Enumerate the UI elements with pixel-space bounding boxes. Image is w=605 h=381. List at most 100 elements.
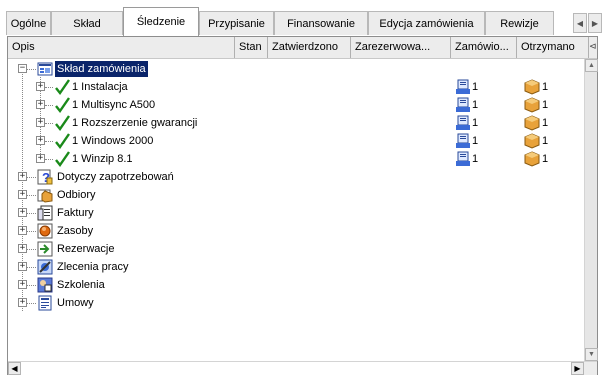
asset-icon	[37, 223, 53, 239]
checkmark-icon	[54, 79, 70, 96]
tab-label: Rewizje	[500, 17, 539, 30]
checkmark-icon	[54, 97, 70, 114]
tree-row-child[interactable]: + 1 Instalacja 1 1	[8, 78, 584, 96]
scroll-down-button[interactable]: ▼	[585, 348, 598, 361]
tree-line	[27, 249, 36, 250]
received-box-icon	[524, 97, 540, 113]
expand-toggle[interactable]: +	[18, 226, 27, 235]
received-box-icon	[524, 115, 540, 131]
received-box-icon	[524, 151, 540, 167]
tab-rewizje[interactable]: Rewizje	[485, 11, 554, 35]
tab-label: Skład	[73, 17, 101, 30]
tab-edycja-zamowienia[interactable]: Edycja zamówienia	[368, 11, 485, 35]
tree-item-label: 1 Instalacja	[72, 81, 128, 93]
tracking-tree: − Skład zamówienia + 1 Instalacja 1 1 + …	[8, 59, 584, 361]
tab-przypisanie[interactable]: Przypisanie	[199, 11, 274, 35]
tree-row-child[interactable]: + 1 Rozszerzenie gwarancji 1 1	[8, 114, 584, 132]
tree-row-group[interactable]: + Zasoby	[8, 222, 584, 240]
ordered-value: 1	[472, 153, 479, 165]
tab-finansowanie[interactable]: Finansowanie	[274, 11, 368, 35]
scroll-right-button[interactable]: ▶	[571, 362, 584, 375]
tab-sledzenie[interactable]: Śledzenie	[123, 7, 199, 36]
tab-scroll-left-button[interactable]: ◀	[573, 13, 587, 33]
tree-line	[27, 285, 36, 286]
reservation-icon	[37, 241, 53, 257]
tree-line	[27, 195, 36, 196]
tree-item-label: 1 Rozszerzenie gwarancji	[72, 117, 198, 129]
checkmark-icon	[54, 115, 70, 132]
tree-row-child[interactable]: + 1 Multisync A500 1 1	[8, 96, 584, 114]
receipt-icon	[37, 187, 53, 203]
expand-toggle[interactable]: +	[36, 154, 45, 163]
tree-line	[45, 141, 53, 142]
expand-toggle[interactable]: +	[36, 100, 45, 109]
expand-toggle[interactable]: +	[18, 280, 27, 289]
tree-row-group[interactable]: + Szkolenia	[8, 276, 584, 294]
tree-item-label: Zlecenia pracy	[57, 261, 129, 273]
tab-strip: Ogólne Skład Śledzenie Przypisanie Finan…	[0, 0, 605, 38]
tree-row-root[interactable]: − Skład zamówienia	[8, 60, 584, 78]
expand-toggle[interactable]: +	[36, 136, 45, 145]
tree-line	[27, 213, 36, 214]
tab-scroll-right-button[interactable]: ▶	[588, 13, 602, 33]
tree-line	[27, 267, 36, 268]
scroll-left-button[interactable]: ◀	[8, 362, 21, 375]
tree-line	[45, 123, 53, 124]
tree-row-group[interactable]: + Odbiory	[8, 186, 584, 204]
tab-ogolne[interactable]: Ogólne	[6, 11, 51, 35]
tree-item-label: Umowy	[57, 297, 94, 309]
tree-row-child[interactable]: + 1 Windows 2000 1 1	[8, 132, 584, 150]
expand-toggle[interactable]: +	[18, 244, 27, 253]
expand-toggle[interactable]: +	[18, 298, 27, 307]
ordered-icon	[455, 97, 471, 113]
tree-row-child[interactable]: + 1 Winzip 8.1 1 1	[8, 150, 584, 168]
column-zarezerwowano[interactable]: Zarezerwowa...	[351, 37, 451, 58]
received-box-icon	[524, 133, 540, 149]
tree-row-group[interactable]: + Zlecenia pracy	[8, 258, 584, 276]
column-opis[interactable]: Opis	[8, 37, 235, 58]
ordered-icon	[455, 115, 471, 131]
column-stan[interactable]: Stan	[235, 37, 268, 58]
invoice-icon	[37, 205, 53, 221]
horizontal-scroll-track[interactable]	[21, 362, 584, 375]
tree-row-group[interactable]: + Umowy	[8, 294, 584, 312]
ordered-value: 1	[472, 99, 479, 111]
received-value: 1	[542, 153, 549, 165]
tab-sklad[interactable]: Skład	[51, 11, 123, 35]
collapse-toggle[interactable]: −	[18, 64, 27, 73]
ordered-value: 1	[472, 81, 479, 93]
column-zamowiono[interactable]: Zamówio...	[451, 37, 517, 58]
expand-toggle[interactable]: +	[36, 118, 45, 127]
tree-line	[45, 105, 53, 106]
column-zatwierdzono[interactable]: Zatwierdzono	[268, 37, 351, 58]
expand-toggle[interactable]: +	[18, 172, 27, 181]
ordered-icon	[455, 133, 471, 149]
scroll-up-button[interactable]: ▲	[585, 59, 598, 72]
horizontal-scrollbar[interactable]: ◀ ▶	[8, 361, 597, 375]
tree-row-group[interactable]: + Faktury	[8, 204, 584, 222]
tree-line	[27, 177, 36, 178]
expand-toggle[interactable]: +	[18, 190, 27, 199]
ordered-value: 1	[472, 135, 479, 147]
tab-label: Przypisanie	[208, 17, 265, 30]
received-value: 1	[542, 117, 549, 129]
column-otrzymano[interactable]: Otrzymano	[517, 37, 589, 58]
column-chooser-icon[interactable]: ⊲	[589, 37, 597, 58]
tree-item-label: 1 Multisync A500	[72, 99, 156, 111]
tab-label: Śledzenie	[136, 16, 186, 28]
tree-item-label: Odbiory	[57, 189, 96, 201]
expand-toggle[interactable]: +	[36, 82, 45, 91]
tree-item-label: Zasoby	[57, 225, 94, 237]
vertical-scrollbar[interactable]: ▲ ▼	[584, 59, 598, 361]
tree-row-group[interactable]: + ? Dotyczy zapotrzebowań	[8, 168, 584, 186]
received-box-icon	[524, 79, 540, 95]
tree-line	[27, 231, 36, 232]
received-value: 1	[542, 99, 549, 111]
contract-icon	[37, 295, 53, 311]
work-order-icon	[37, 259, 53, 275]
expand-toggle[interactable]: +	[18, 262, 27, 271]
expand-toggle[interactable]: +	[18, 208, 27, 217]
tree-item-label: Skład zamówienia	[55, 61, 148, 77]
tree-row-group[interactable]: + Rezerwacje	[8, 240, 584, 258]
received-value: 1	[542, 81, 549, 93]
